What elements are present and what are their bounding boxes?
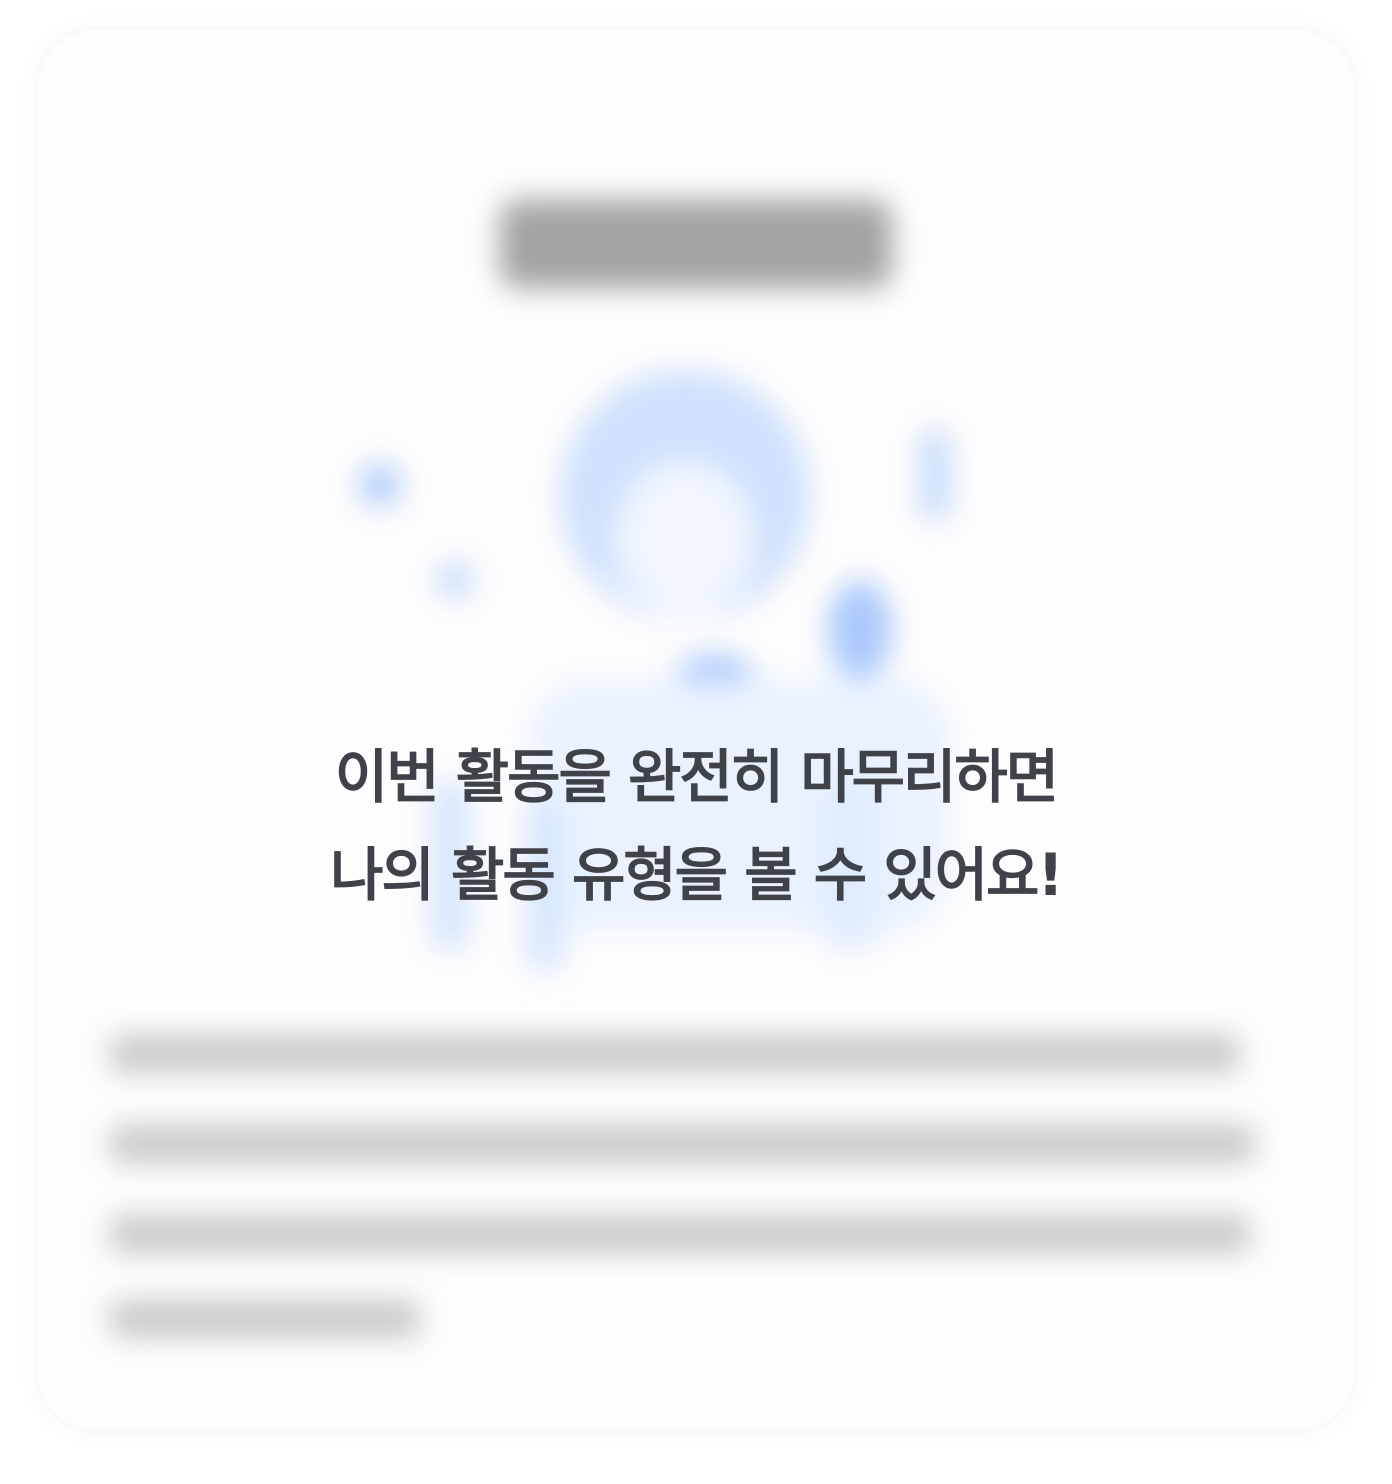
blurred-line bbox=[110, 1300, 420, 1338]
blurred-line bbox=[110, 1125, 1255, 1163]
locked-result-notice: 이번 활동을 완전히 마무리하면 나의 활동 유형을 볼 수 있어요! bbox=[0, 728, 1392, 924]
notice-line-1: 이번 활동을 완전히 마무리하면 bbox=[334, 743, 1059, 811]
illus-drop bbox=[828, 580, 892, 680]
illus-bubble-left bbox=[358, 463, 402, 507]
blurred-line bbox=[110, 1215, 1250, 1253]
illus-face bbox=[615, 460, 755, 620]
blurred-title bbox=[500, 200, 892, 288]
illus-spark-right bbox=[920, 430, 950, 520]
illus-bubble-left-small bbox=[437, 562, 473, 598]
notice-line-2: 나의 활동 유형을 볼 수 있어요! bbox=[330, 841, 1064, 909]
blurred-line bbox=[110, 1035, 1240, 1073]
